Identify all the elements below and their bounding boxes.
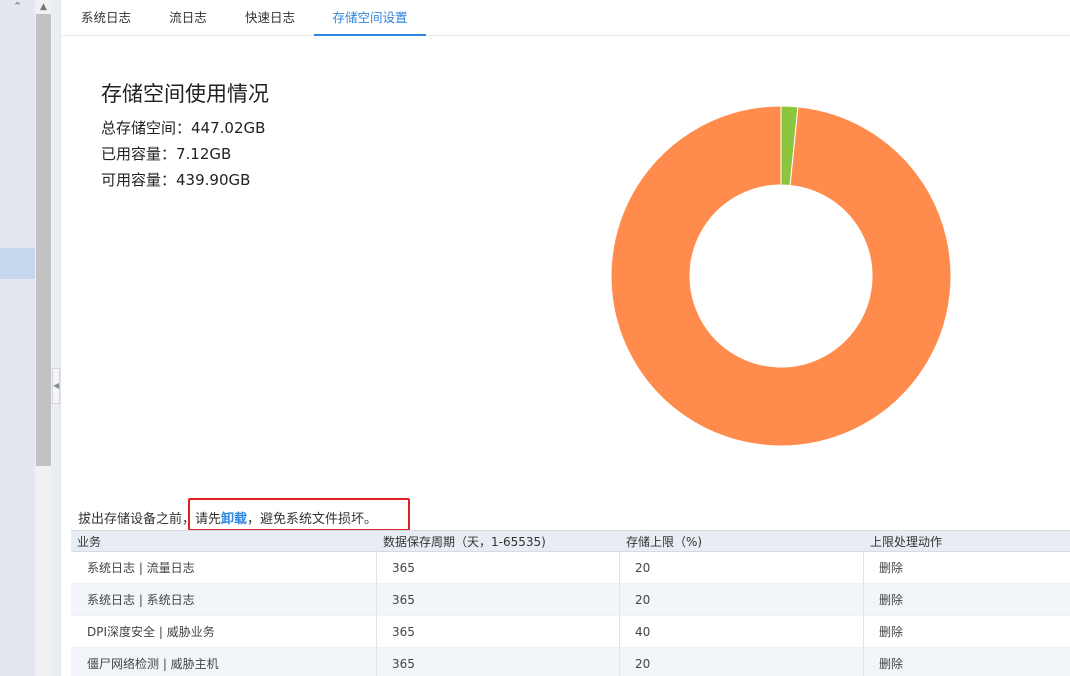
cell-storage-limit[interactable]: 20 (635, 584, 650, 616)
cell-limit-action[interactable]: 删除 (879, 616, 903, 648)
cell-service: 系统日志 | 流量日志 (87, 561, 195, 575)
column-divider (863, 616, 864, 648)
column-divider (619, 584, 620, 616)
tab-flow-log[interactable]: 流日志 (155, 0, 221, 36)
sidebar: ⌃ (0, 0, 35, 676)
highlight-box (188, 498, 410, 531)
column-divider (863, 584, 864, 616)
cell-retention-days[interactable]: 365 (392, 584, 415, 616)
cell-retention-days[interactable]: 365 (392, 648, 415, 676)
header-service: 业务 (77, 535, 102, 549)
usage-title: 存储空间使用情况 (101, 82, 269, 106)
scroll-up-arrow-icon[interactable]: ▲ (35, 0, 52, 14)
total-storage-text: 总存储空间：447.02GB (101, 119, 266, 137)
column-divider (619, 552, 620, 584)
table-header: 业务 数据保存周期（天，1-65535) 存储上限（%) 上限处理动作 (71, 530, 1070, 552)
table-row[interactable]: 僵尸网络检测 | 威胁主机 365 20 删除 (71, 648, 1070, 676)
column-divider (376, 552, 377, 584)
collapse-arrow-icon[interactable]: ◀ (52, 368, 60, 404)
column-divider (863, 648, 864, 676)
cell-service: 系统日志 | 系统日志 (87, 593, 195, 607)
table-row[interactable]: 系统日志 | 系统日志 365 20 删除 (71, 584, 1070, 616)
column-divider (863, 552, 864, 584)
column-divider (619, 616, 620, 648)
header-retention-days: 数据保存周期（天，1-65535) (383, 535, 546, 549)
cell-limit-action[interactable]: 删除 (879, 552, 903, 584)
storage-donut-chart (611, 105, 951, 447)
header-limit-action: 上限处理动作 (870, 535, 943, 549)
tab-bar: 系统日志 流日志 快速日志 存储空间设置 (61, 0, 1070, 36)
cell-storage-limit[interactable]: 20 (635, 648, 650, 676)
cell-service: DPI深度安全 | 威胁业务 (87, 625, 215, 639)
used-storage-text: 已用容量：7.12GB (101, 145, 232, 163)
cell-limit-action[interactable]: 删除 (879, 584, 903, 616)
tab-system-log[interactable]: 系统日志 (69, 0, 143, 36)
cell-retention-days[interactable]: 365 (392, 552, 415, 584)
cell-storage-limit[interactable]: 20 (635, 552, 650, 584)
cell-retention-days[interactable]: 365 (392, 616, 415, 648)
cell-service: 僵尸网络检测 | 威胁主机 (87, 657, 219, 671)
table-row[interactable]: 系统日志 | 流量日志 365 20 删除 (71, 552, 1070, 584)
main-panel: 系统日志 流日志 快速日志 存储空间设置 存储空间使用情况 总存储空间：447.… (60, 0, 1070, 676)
panel-splitter[interactable]: ◀ (52, 0, 60, 676)
sidebar-item-selected[interactable] (0, 248, 35, 279)
sidebar-scroll-thumb[interactable] (36, 14, 51, 466)
app-root: ⌃ ▲ ◀ 系统日志 流日志 快速日志 存储空间设置 存储空间使用情况 总存储空… (0, 0, 1070, 676)
column-divider (376, 584, 377, 616)
tab-quick-log[interactable]: 快速日志 (231, 0, 309, 36)
chevron-up-icon[interactable]: ⌃ (0, 0, 35, 14)
header-storage-limit: 存储上限（%) (626, 535, 703, 549)
column-divider (376, 616, 377, 648)
cell-limit-action[interactable]: 删除 (879, 648, 903, 676)
available-storage-text: 可用容量：439.90GB (101, 171, 251, 189)
storage-policy-table: 业务 数据保存周期（天，1-65535) 存储上限（%) 上限处理动作 系统日志… (71, 530, 1070, 676)
column-divider (376, 648, 377, 676)
table-row[interactable]: DPI深度安全 | 威胁业务 365 40 删除 (71, 616, 1070, 648)
tab-storage-settings[interactable]: 存储空间设置 (314, 0, 426, 36)
cell-storage-limit[interactable]: 40 (635, 616, 650, 648)
donut-slice-available[interactable] (611, 105, 951, 447)
column-divider (619, 648, 620, 676)
sidebar-scrollbar[interactable]: ▲ (35, 0, 52, 676)
